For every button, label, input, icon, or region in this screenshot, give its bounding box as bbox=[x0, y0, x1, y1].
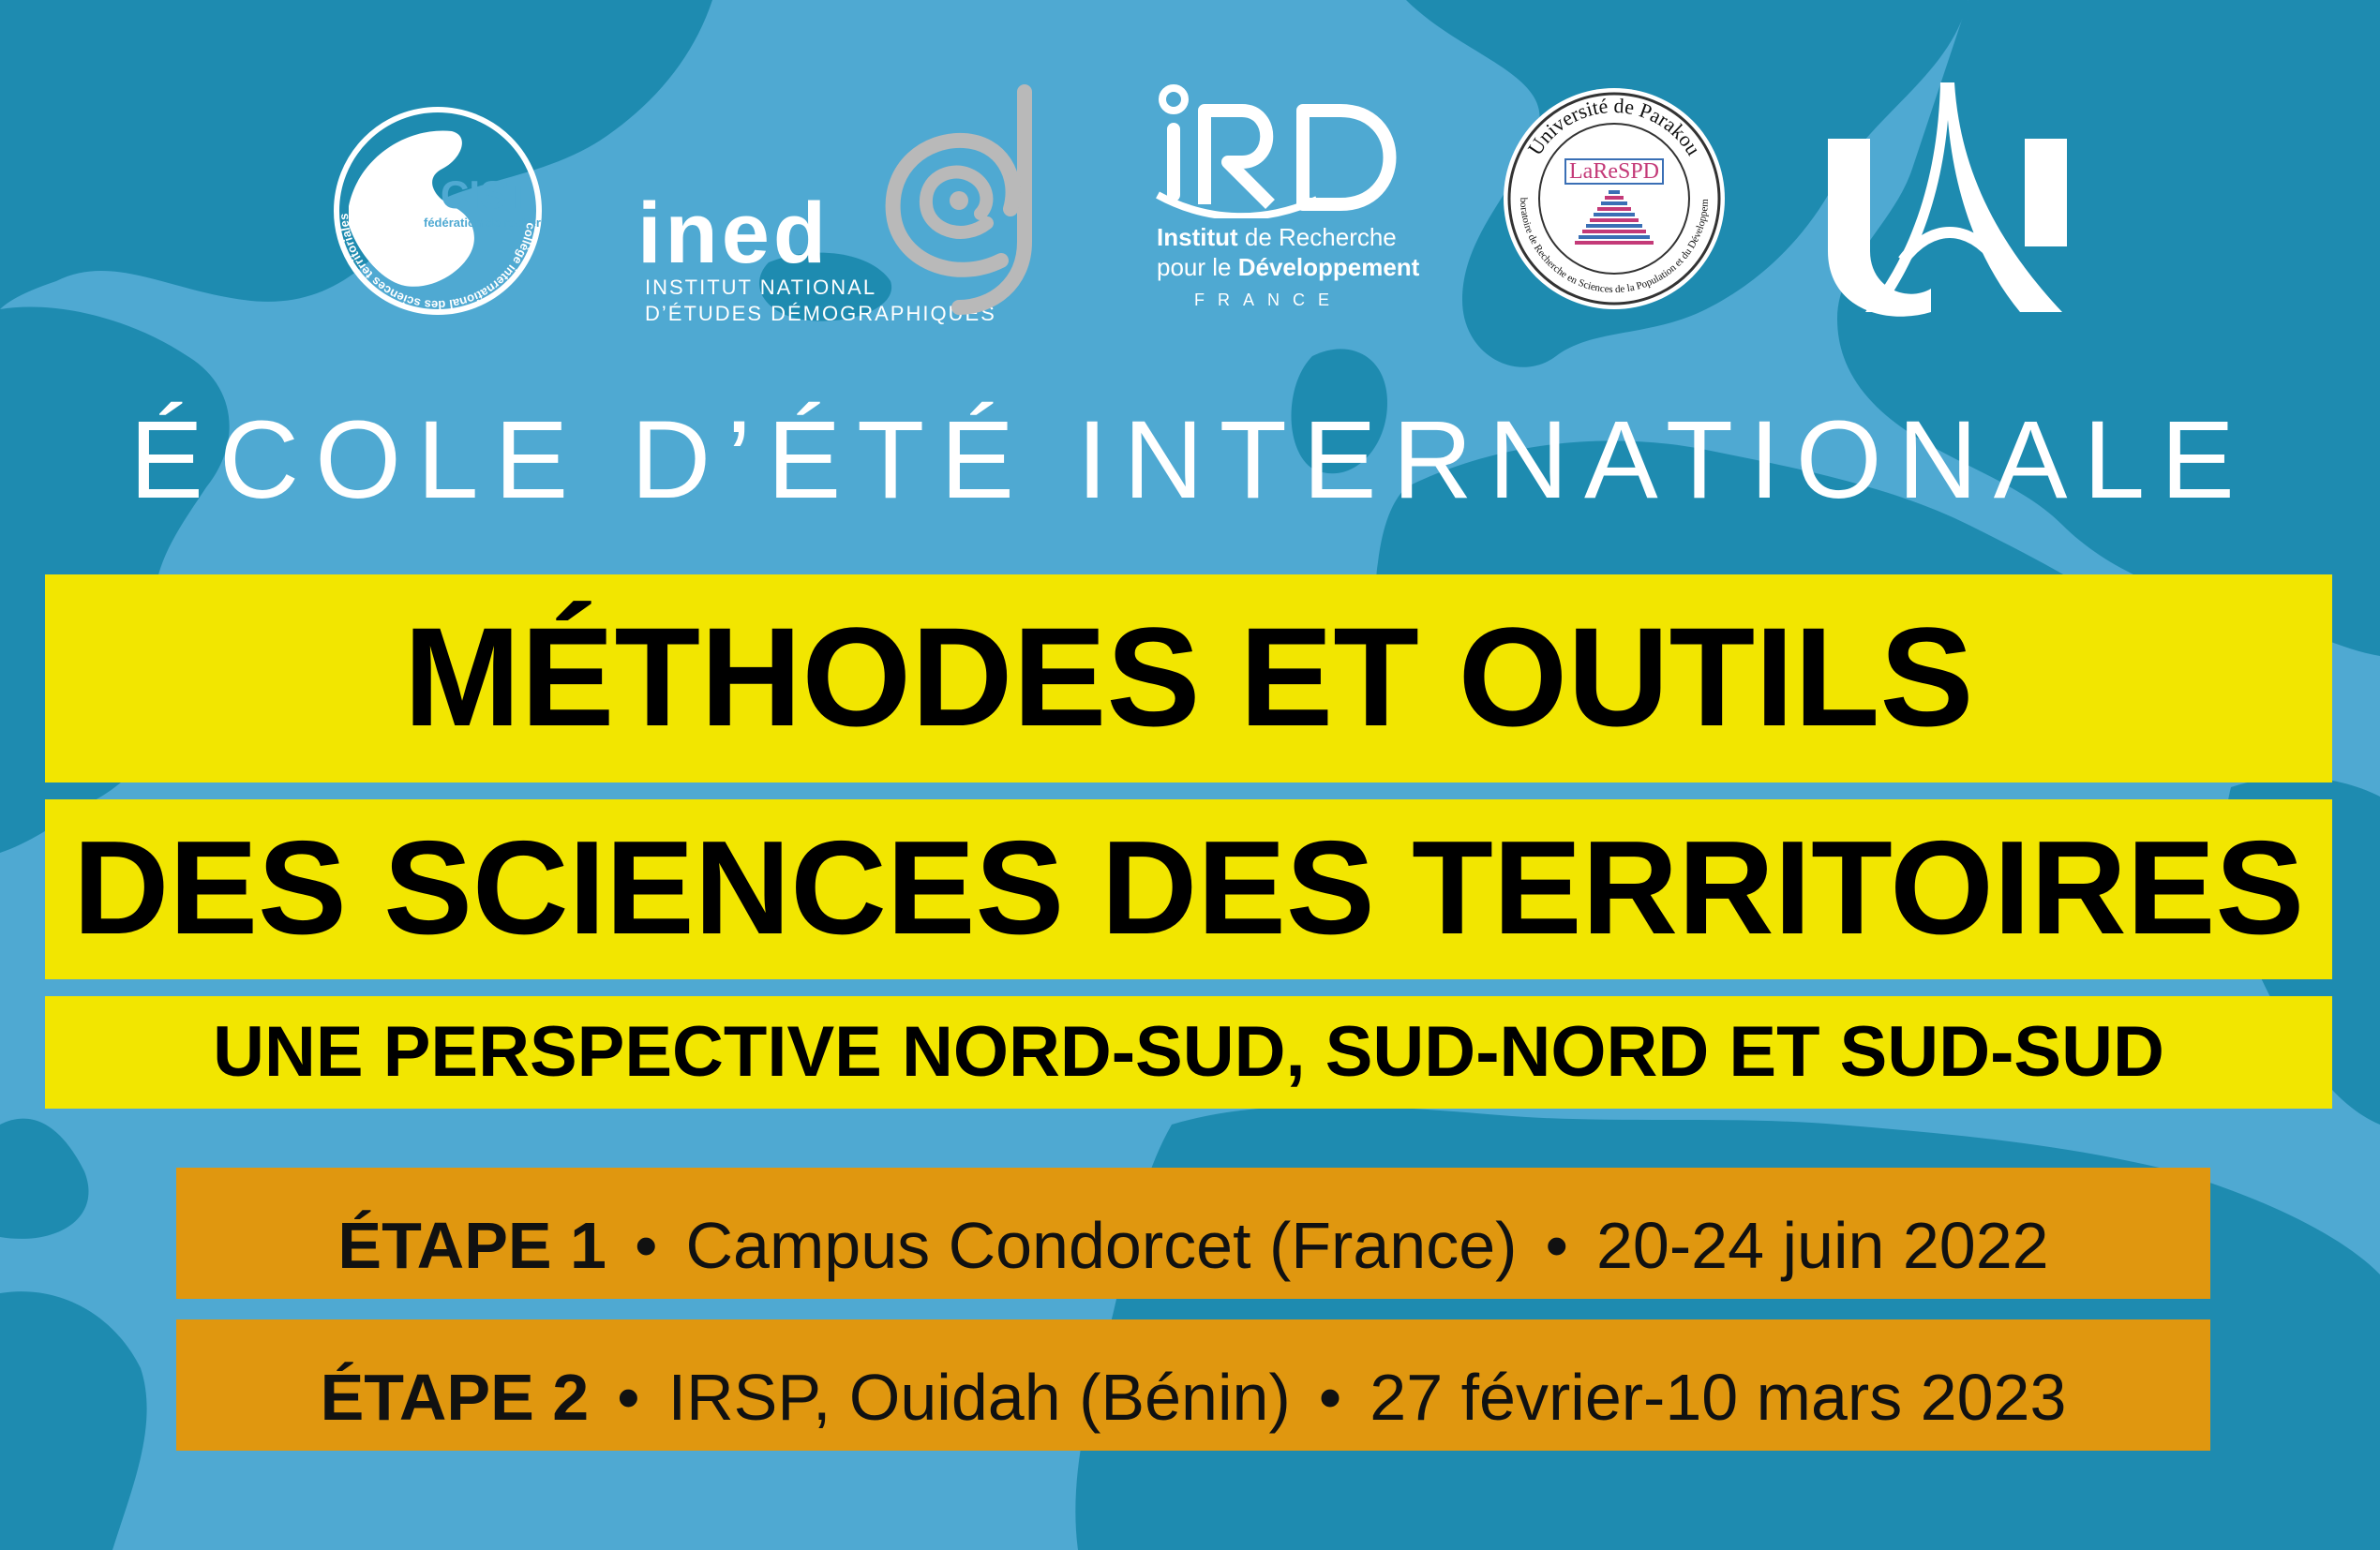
ird-line2: pour le Développement bbox=[1157, 253, 1420, 281]
poster: CIST fédération de recherche collège int… bbox=[0, 0, 2380, 1550]
land-south-america bbox=[0, 1291, 147, 1550]
land-caribbean bbox=[0, 1118, 89, 1239]
stage-1-label: ÉTAPE 1 bbox=[337, 1209, 606, 1282]
cist-emblem-icon: CIST fédération de recherche collège int… bbox=[334, 107, 561, 315]
ua-eiffel-monogram-icon bbox=[1828, 82, 2067, 317]
larespd-pyramid-icon: Université de Parakou Laboratoire de Rec… bbox=[1497, 76, 1725, 309]
stage-1-text: ÉTAPE 1 • Campus Condorcet (France) • 20-24 … bbox=[176, 1213, 2210, 1278]
stage-band-1: ÉTAPE 1 • Campus Condorcet (France) • 20-24 … bbox=[176, 1168, 2210, 1299]
separator-dot: • bbox=[1318, 1361, 1342, 1434]
stage-1-place: Campus Condorcet (France) bbox=[685, 1209, 1518, 1282]
ua-logo bbox=[1828, 82, 2072, 321]
stage-1-dates: 20-24 juin 2022 bbox=[1595, 1209, 2049, 1282]
headline: ÉCOLE D’ÉTÉ INTERNATIONALE bbox=[129, 398, 2251, 522]
separator-dot: • bbox=[634, 1209, 658, 1282]
cist-logo: CIST fédération de recherche collège int… bbox=[330, 103, 561, 319]
ined-logo: ined INSTITUT NATIONAL D’ÉTUDES DÉMOGRAP… bbox=[637, 82, 1069, 326]
ird-wordmark-icon bbox=[1156, 84, 1397, 221]
ird-line3: FRANCE bbox=[1194, 291, 1343, 309]
larespd-logo: Université de Parakou Laboratoire de Rec… bbox=[1497, 76, 1729, 314]
title-band-3: UNE PERSPECTIVE NORD-SUD, SUD-NORD ET SU… bbox=[45, 996, 2332, 1109]
stage-2-dates: 27 février-10 mars 2023 bbox=[1370, 1361, 2067, 1434]
title-band-1: MÉTHODES ET OUTILS bbox=[45, 574, 2332, 782]
svg-text:CIST: CIST bbox=[441, 172, 531, 216]
ird-line1: Institut de Recherche bbox=[1157, 223, 1397, 251]
svg-text:LaReSPD: LaReSPD bbox=[1569, 159, 1659, 184]
ined-wordmark: ined bbox=[637, 186, 831, 281]
ird-logo: Institut de Recherche pour le Développem… bbox=[1153, 82, 1453, 317]
title-line3: UNE PERSPECTIVE NORD-SUD, SUD-NORD ET SU… bbox=[213, 1012, 2164, 1092]
title-line1: MÉTHODES ET OUTILS bbox=[403, 598, 1974, 755]
separator-dot: • bbox=[1545, 1209, 1568, 1282]
title-band-2: DES SCIENCES DES TERRITOIRES bbox=[45, 799, 2332, 979]
ined-spiral-icon bbox=[885, 84, 1032, 315]
stage-2-label: ÉTAPE 2 bbox=[320, 1361, 590, 1434]
stage-band-2: ÉTAPE 2 • IRSP, Ouidah (Bénin) • 27 février-… bbox=[176, 1319, 2210, 1451]
stage-2-text: ÉTAPE 2 • IRSP, Ouidah (Bénin) • 27 février-… bbox=[176, 1364, 2210, 1430]
ined-line1: INSTITUT NATIONAL bbox=[645, 276, 877, 299]
separator-dot: • bbox=[617, 1361, 640, 1434]
stage-2-place: IRSP, Ouidah (Bénin) bbox=[667, 1361, 1291, 1434]
title-line2: DES SCIENCES DES TERRITOIRES bbox=[72, 813, 2305, 962]
